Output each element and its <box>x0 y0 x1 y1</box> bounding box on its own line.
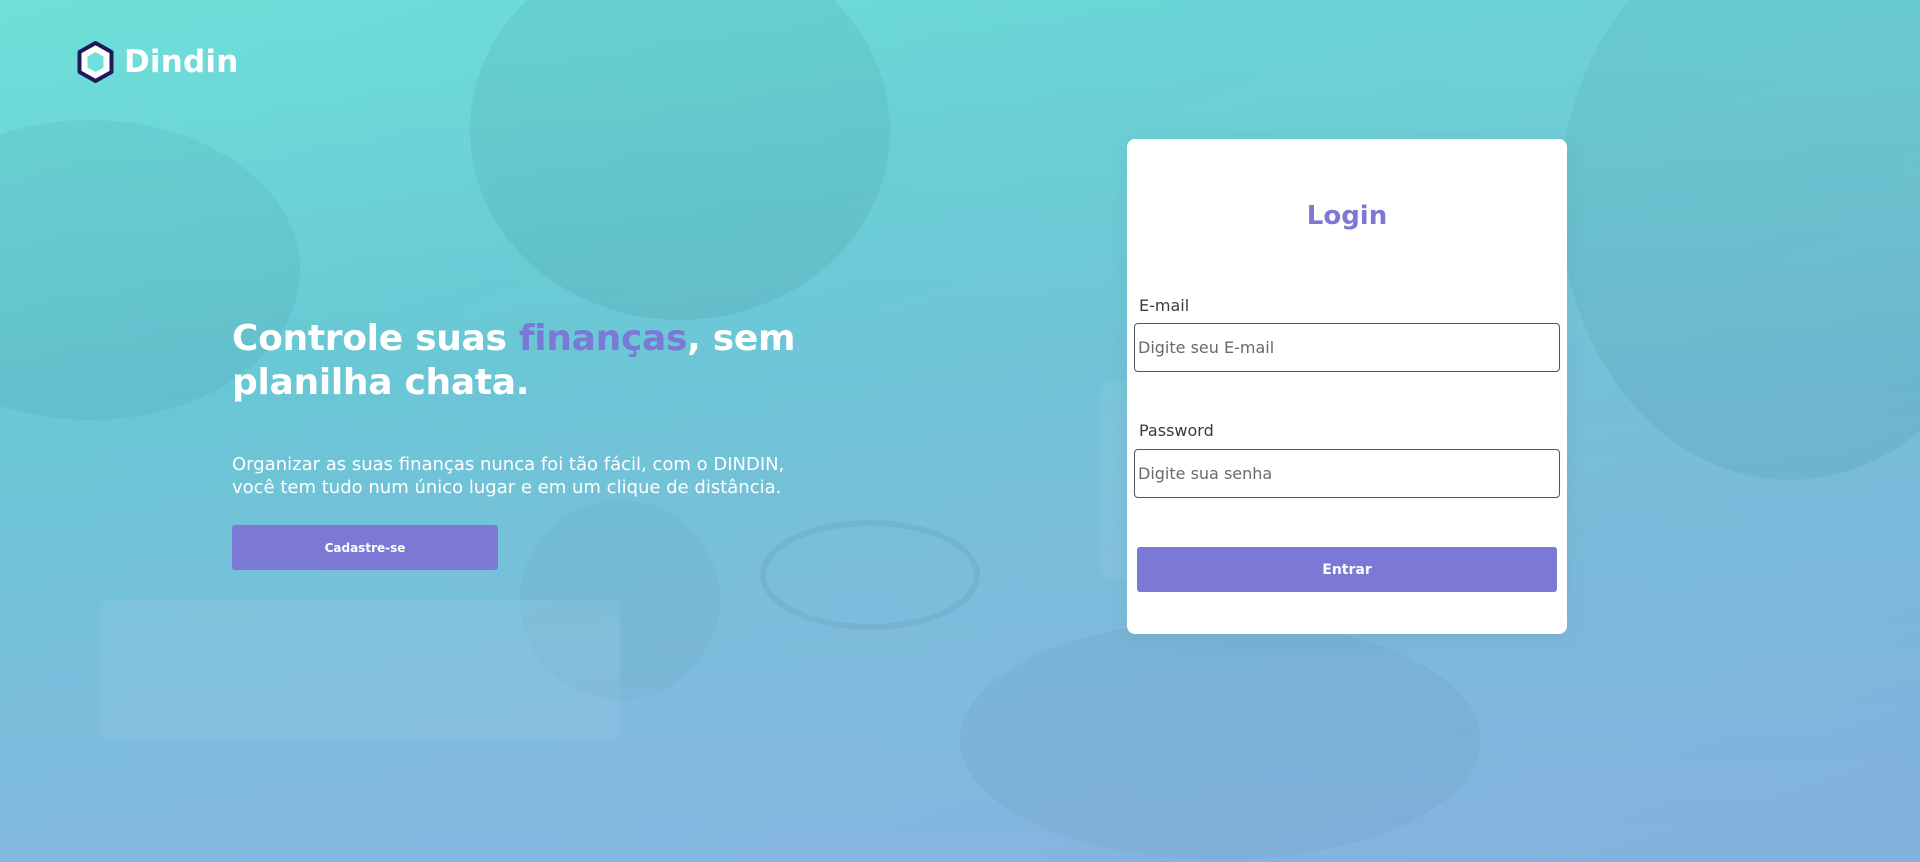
headline-part1: Controle suas <box>232 318 519 359</box>
login-submit-button[interactable]: Entrar <box>1137 547 1557 592</box>
hero-section: Controle suas finanças, sem planilha cha… <box>232 317 832 570</box>
email-field[interactable] <box>1134 323 1560 372</box>
headline-accent: finanças <box>518 318 688 359</box>
email-label: E-mail <box>1139 296 1190 315</box>
signup-button[interactable]: Cadastre-se <box>232 525 498 570</box>
hero-subtext: Organizar as suas finanças nunca foi tão… <box>232 454 785 498</box>
hexagon-icon <box>77 41 114 83</box>
password-field[interactable] <box>1134 449 1560 498</box>
login-title: Login <box>1306 201 1388 231</box>
password-label: Password <box>1139 421 1214 440</box>
brand-name: Dindin <box>124 44 239 80</box>
hero-headline: Controle suas finanças, sem planilha cha… <box>232 317 832 405</box>
brand-logo[interactable]: Dindin <box>77 41 239 83</box>
login-card: Login E-mail Password Entrar <box>1127 139 1567 634</box>
